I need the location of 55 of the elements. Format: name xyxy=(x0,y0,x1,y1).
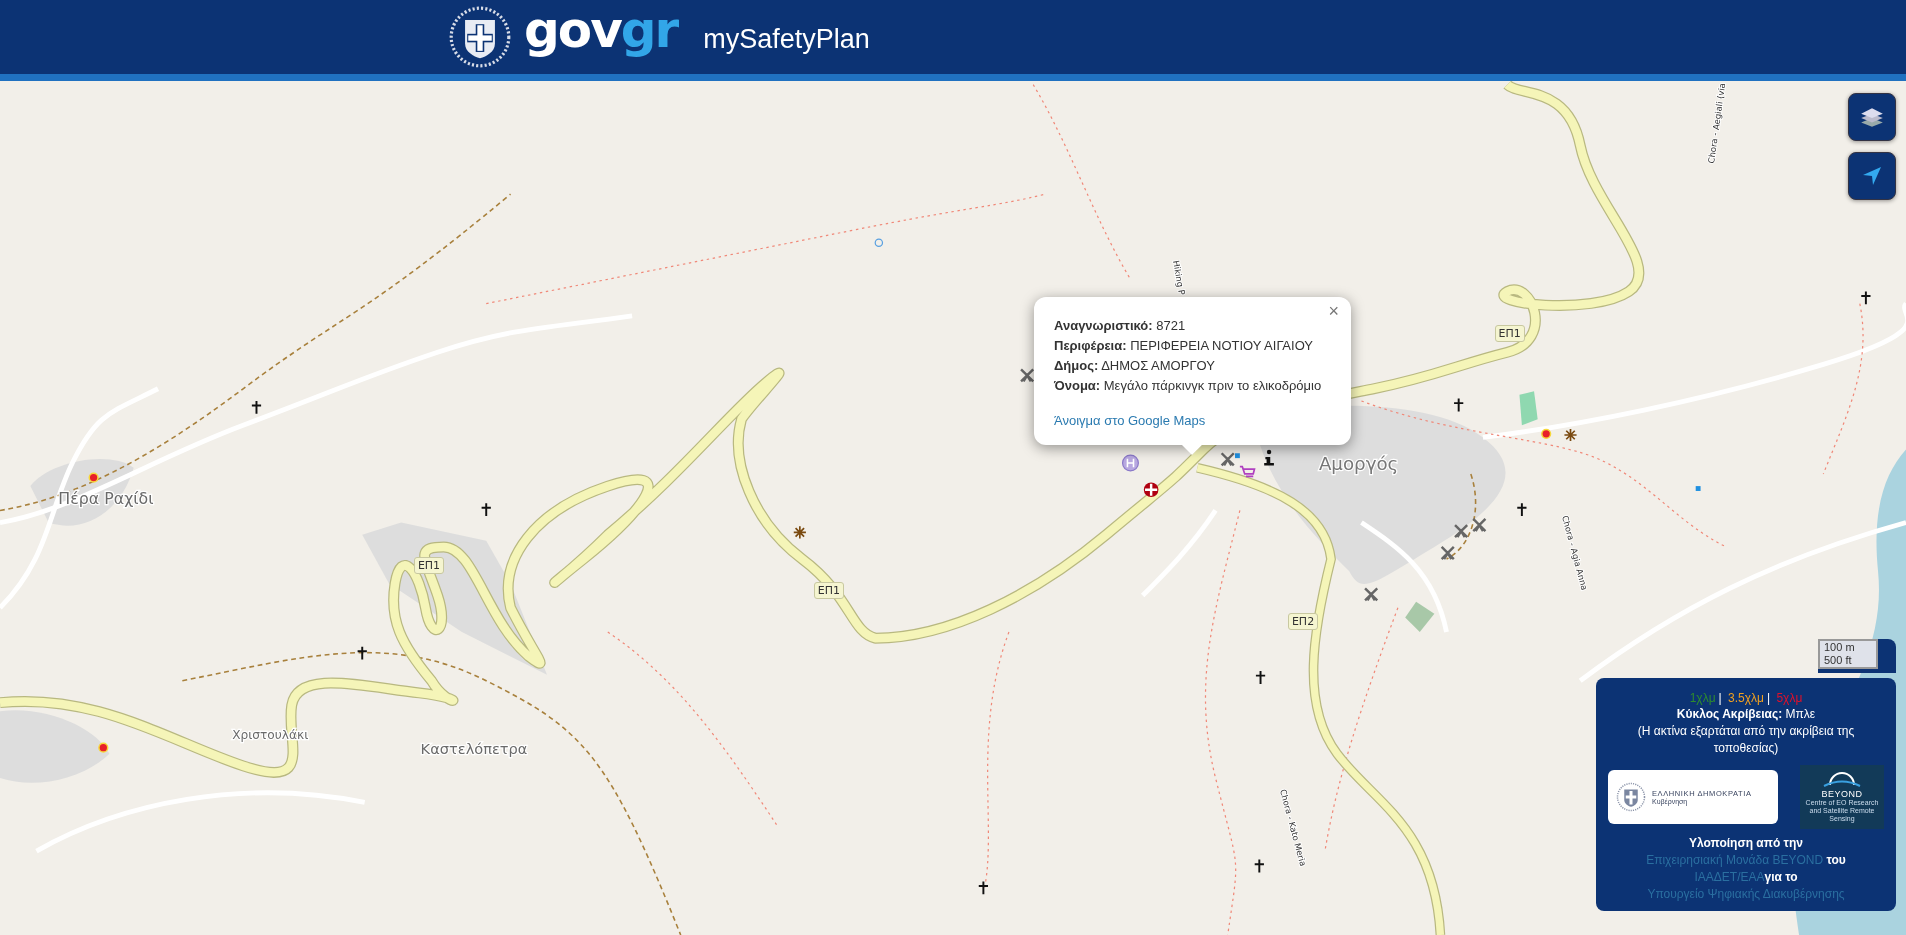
marker-dot-icon[interactable] xyxy=(98,742,109,753)
square-marker-icon xyxy=(1235,453,1240,459)
marker-dot-icon[interactable] xyxy=(1541,428,1552,439)
first-aid-icon xyxy=(1143,482,1159,498)
cross-icon xyxy=(1454,398,1464,412)
person-icon xyxy=(1264,449,1274,466)
cross-icon xyxy=(357,646,367,660)
route-label: Chora - Agia Anna xyxy=(1560,514,1590,592)
shopping-cart-icon xyxy=(1239,465,1256,478)
road-number-label: ΕΠ1 xyxy=(413,557,445,575)
place-label: Αμοργός xyxy=(1318,453,1399,475)
route-label: Chora - Aegiali (via xyxy=(1706,82,1728,164)
credits-text: Υλοποίηση από την Επιχειρησιακή Μονάδα BEYOND του ΙΑΑΔΕΤ/ΕΑΑγια το Υπουργείο Ψηφιακής Διακυβέρνησης xyxy=(1645,835,1847,903)
road-number-label: ΕΠ2 xyxy=(1287,613,1319,631)
map-drawing[interactable] xyxy=(0,81,1906,935)
hospital-icon xyxy=(1121,454,1139,472)
square-marker-icon xyxy=(1695,486,1701,491)
app-title: mySafetyPlan xyxy=(703,23,870,55)
range-label: 3.5χλμ xyxy=(1728,691,1764,705)
cross-icon xyxy=(1255,671,1266,684)
popup-field: Όνομα: Μεγάλο πάρκινγκ πριν το ελικοδρόμιο xyxy=(1054,376,1331,396)
cross-icon xyxy=(481,503,491,517)
cross-icon xyxy=(1517,503,1527,517)
asterisk-icon xyxy=(1563,428,1578,442)
road-number-label: ΕΠ1 xyxy=(1494,325,1525,343)
separator-text: | xyxy=(1766,691,1771,705)
cross-icon xyxy=(978,881,988,895)
separator-text: | xyxy=(1718,691,1722,705)
locate-button[interactable] xyxy=(1848,152,1896,200)
scale-label: 100 m xyxy=(1818,639,1878,654)
park-area xyxy=(1405,601,1435,633)
range-label: 1χλμ xyxy=(1689,691,1716,705)
cross-icon xyxy=(1861,291,1871,305)
cross-icon xyxy=(1254,859,1264,873)
google-maps-link[interactable]: Άνοιγμα στο Google Maps xyxy=(1054,413,1206,428)
arc-icon xyxy=(1822,771,1862,787)
coat-of-arms-icon xyxy=(1616,782,1646,812)
scale-label: 500 ft xyxy=(1818,654,1878,669)
route-label: Chora - Kato Meria xyxy=(1278,788,1309,868)
park-area xyxy=(1519,391,1538,426)
note-text: (Η ακτίνα εξαρτάται από την ακρίβεια της τοποθεσίας) xyxy=(1636,723,1856,757)
cross-icon xyxy=(251,400,262,414)
range-label: 5χλμ xyxy=(1776,691,1803,705)
beyond-name: BEYOND xyxy=(1821,788,1863,799)
marker-dot-icon[interactable] xyxy=(88,472,99,483)
accuracy-text: Κύκλος Ακρίβειας: Μπλε xyxy=(1675,706,1817,723)
popup-field: Δήμος: ΔΗΜΟΣ ΑΜΟΡΓΟΥ xyxy=(1054,356,1331,376)
govgr-logo[interactable]: govgr xyxy=(524,5,678,55)
route-label: Hiking P xyxy=(1171,259,1187,296)
coat-of-arms-icon xyxy=(448,5,512,69)
asterisk-icon xyxy=(792,525,807,540)
layers-button[interactable] xyxy=(1848,93,1896,141)
place-label: Πέρα Ραχίδι xyxy=(58,489,154,509)
place-label: Καστελόπετρα xyxy=(420,739,528,757)
popup-field: Περιφέρεια: ΠΕΡΙΦΕΡΕΙΑ ΝΟΤΙΟΥ ΑΙΓΑΙΟΥ xyxy=(1054,336,1331,356)
